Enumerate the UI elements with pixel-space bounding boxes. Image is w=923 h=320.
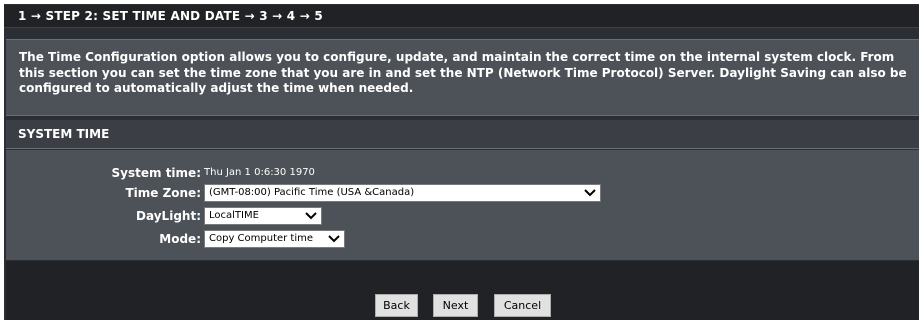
chevron-down-icon [584, 189, 596, 197]
chevron-down-icon [328, 235, 340, 243]
system-time-form: System time: Thu Jan 1 0:6:30 1970 Time … [6, 150, 919, 260]
time-zone-label: Time Zone: [125, 186, 201, 200]
description-text: The Time Configuration option allows you… [19, 50, 907, 95]
mode-row: Mode: Copy Computer time [6, 229, 919, 249]
system-time-label: System time: [111, 166, 201, 180]
section-title: SYSTEM TIME [6, 120, 919, 149]
daylight-selected: LocalTIME [209, 210, 259, 221]
cancel-button[interactable]: Cancel [494, 294, 551, 317]
chevron-down-icon [305, 212, 317, 220]
time-zone-select[interactable]: (GMT-08:00) Pacific Time (USA &Canada) [204, 184, 601, 202]
system-time-value: Thu Jan 1 0:6:30 1970 [204, 167, 315, 178]
description-box: The Time Configuration option allows you… [6, 39, 919, 116]
next-button[interactable]: Next [433, 294, 478, 317]
daylight-select[interactable]: LocalTIME [204, 207, 322, 225]
time-zone-selected: (GMT-08:00) Pacific Time (USA &Canada) [209, 187, 415, 198]
daylight-label: DayLight: [136, 209, 201, 223]
wizard-step-bar: 1 → STEP 2: SET TIME AND DATE → 3 → 4 → … [4, 5, 919, 28]
back-button[interactable]: Back [375, 294, 418, 317]
daylight-row: DayLight: LocalTIME [6, 206, 919, 226]
mode-selected: Copy Computer time [209, 233, 314, 244]
system-time-row: System time: Thu Jan 1 0:6:30 1970 [6, 163, 919, 183]
mode-select[interactable]: Copy Computer time [204, 230, 345, 248]
time-zone-row: Time Zone: (GMT-08:00) Pacific Time (USA… [6, 183, 919, 203]
mode-label: Mode: [159, 232, 201, 246]
